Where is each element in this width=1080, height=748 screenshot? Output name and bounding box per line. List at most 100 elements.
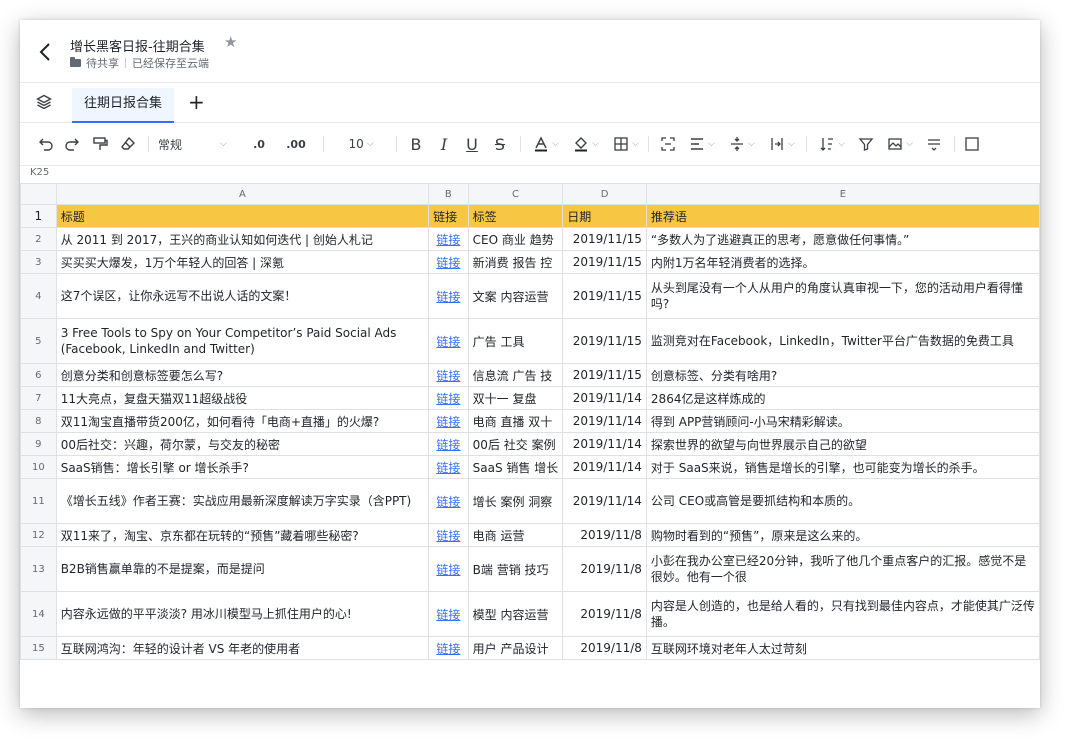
- cell-recommendation[interactable]: 对于 SaaS来说，销售是增长的引擎，也可能变为增长的杀手。: [645, 455, 1040, 479]
- cell-recommendation[interactable]: 购物时看到的“预售”，原来是这么来的。: [645, 523, 1040, 547]
- folder-label[interactable]: 待共享: [86, 55, 119, 71]
- cell-title[interactable]: 11大亮点，复盘天猫双11超级战役: [55, 386, 430, 410]
- cell-title[interactable]: 双11淘宝直播带货200亿，如何看待「电商+直播」的火爆?: [55, 409, 430, 433]
- row-number[interactable]: 5: [20, 318, 57, 364]
- undo-icon[interactable]: [34, 132, 58, 156]
- cell-date[interactable]: 2019/11/8: [562, 636, 647, 660]
- header-cell-link[interactable]: 链接: [428, 204, 469, 228]
- layers-icon[interactable]: [36, 94, 52, 110]
- row-number[interactable]: 2: [20, 227, 57, 251]
- row-number[interactable]: 4: [20, 273, 57, 319]
- cell-tags[interactable]: 文案 内容运营: [467, 273, 564, 319]
- cell-date[interactable]: 2019/11/14: [562, 478, 647, 524]
- strikethrough-button[interactable]: S: [488, 132, 512, 156]
- cell-recommendation[interactable]: 公司 CEO或高管是要抓结构和本质的。: [645, 478, 1040, 524]
- cell-tags[interactable]: 用户 产品设计: [467, 636, 564, 660]
- cell-tags[interactable]: 信息流 广告 技: [467, 363, 564, 387]
- cell-title[interactable]: 3 Free Tools to Spy on Your Competitor’s…: [55, 318, 430, 364]
- select-all-corner[interactable]: [20, 183, 57, 205]
- cell-link[interactable]: 链接: [428, 363, 469, 387]
- cell-tags[interactable]: 电商 直播 双十: [467, 409, 564, 433]
- cell-recommendation[interactable]: 内容是人创造的，也是给人看的，只有找到最佳内容点，才能使其广泛传播。: [645, 591, 1040, 637]
- font-color-button[interactable]: ⌵: [528, 132, 564, 156]
- cell-date[interactable]: 2019/11/15: [562, 363, 647, 387]
- cell-date[interactable]: 2019/11/14: [562, 432, 647, 456]
- cell-recommendation[interactable]: 小彭在我办公室已经20分钟，我听了他几个重点客户的汇报。感觉不是很妙。他有一个很: [645, 546, 1040, 592]
- cell-tags[interactable]: 电商 运营: [467, 523, 564, 547]
- font-style-select[interactable]: 常规 ⌵: [158, 132, 238, 156]
- borders-button[interactable]: ⌵: [608, 132, 644, 156]
- cell-tags[interactable]: 双十一 复盘: [467, 386, 564, 410]
- cell-date[interactable]: 2019/11/15: [562, 318, 647, 364]
- cell-date[interactable]: 2019/11/14: [562, 386, 647, 410]
- cell-date[interactable]: 2019/11/14: [562, 409, 647, 433]
- cell-tags[interactable]: B端 营销 技巧: [467, 546, 564, 592]
- cell-reference[interactable]: K25: [30, 167, 49, 178]
- document-title[interactable]: 增长黑客日报-往期合集: [70, 36, 205, 55]
- column-header[interactable]: E: [645, 183, 1040, 205]
- cell-date[interactable]: 2019/11/15: [562, 273, 647, 319]
- row-number[interactable]: 12: [20, 523, 57, 547]
- row-number[interactable]: 3: [20, 250, 57, 274]
- cell-link[interactable]: 链接: [428, 250, 469, 274]
- column-header[interactable]: B: [428, 183, 469, 205]
- cell-tags[interactable]: 广告 工具: [467, 318, 564, 364]
- cell-tags[interactable]: CEO 商业 趋势: [467, 227, 564, 251]
- freeze-icon[interactable]: [922, 132, 946, 156]
- cell-link[interactable]: 链接: [428, 478, 469, 524]
- row-number[interactable]: 10: [20, 455, 57, 479]
- cell-title[interactable]: 内容永远做的平平淡淡? 用冰川模型马上抓住用户的心!: [55, 591, 430, 637]
- horizontal-align-button[interactable]: ⌵: [684, 132, 720, 156]
- cell-title[interactable]: 从 2011 到 2017，王兴的商业认知如何迭代 | 创始人札记: [55, 227, 430, 251]
- cell-tags[interactable]: 00后 社交 案例: [467, 432, 564, 456]
- text-wrap-button[interactable]: ⌵: [764, 132, 800, 156]
- cell-link[interactable]: 链接: [428, 318, 469, 364]
- row-number[interactable]: 9: [20, 432, 57, 456]
- cell-title[interactable]: B2B销售赢单靠的不是提案，而是提问: [55, 546, 430, 592]
- vertical-align-button[interactable]: ⌵: [724, 132, 760, 156]
- cell-link[interactable]: 链接: [428, 227, 469, 251]
- header-cell-title[interactable]: 标题: [55, 204, 430, 228]
- header-cell-date[interactable]: 日期: [562, 204, 647, 228]
- cell-title[interactable]: 这7个误区，让你永远写不出说人话的文案！: [55, 273, 430, 319]
- cell-title[interactable]: 《增长五线》作者王赛：实战应用最新深度解读万字实录（含PPT): [55, 478, 430, 524]
- format-painter-icon[interactable]: [88, 132, 112, 156]
- more-tools-icon[interactable]: [960, 132, 984, 156]
- star-icon[interactable]: ★: [224, 33, 237, 51]
- cell-link[interactable]: 链接: [428, 409, 469, 433]
- cell-title[interactable]: 创意分类和创意标签要怎么写?: [55, 363, 430, 387]
- row-number[interactable]: 6: [20, 363, 57, 387]
- cell-tags[interactable]: SaaS 销售 增长: [467, 455, 564, 479]
- cell-recommendation[interactable]: 2864亿是这样炼成的: [645, 386, 1040, 410]
- row-number[interactable]: 11: [20, 478, 57, 524]
- cell-link[interactable]: 链接: [428, 432, 469, 456]
- tab-past-daily-reports[interactable]: 往期日报合集: [72, 88, 175, 123]
- back-arrow-icon[interactable]: [36, 40, 56, 64]
- row-number[interactable]: 13: [20, 546, 57, 592]
- add-sheet-button[interactable]: +: [188, 88, 205, 116]
- cell-tags[interactable]: 模型 内容运营: [467, 591, 564, 637]
- cell-recommendation[interactable]: 互联网环境对老年人太过苛刻: [645, 636, 1040, 660]
- cell-link[interactable]: 链接: [428, 546, 469, 592]
- column-header[interactable]: D: [562, 183, 647, 205]
- font-size-select[interactable]: 10 ⌵: [332, 132, 390, 156]
- cell-tags[interactable]: 新消费 报告 控: [467, 250, 564, 274]
- cell-link[interactable]: 链接: [428, 591, 469, 637]
- cell-title[interactable]: SaaS销售：增长引擎 or 增长杀手?: [55, 455, 430, 479]
- cell-recommendation[interactable]: 内附1万名年轻消费者的选择。: [645, 250, 1040, 274]
- fill-color-button[interactable]: ⌵: [568, 132, 604, 156]
- decrease-decimal-button[interactable]: .0: [242, 132, 276, 156]
- conditional-format-button[interactable]: ⌵: [882, 132, 918, 156]
- cell-date[interactable]: 2019/11/15: [562, 250, 647, 274]
- cell-recommendation[interactable]: 探索世界的欲望与向世界展示自己的欲望: [645, 432, 1040, 456]
- header-cell-tags[interactable]: 标签: [467, 204, 564, 228]
- cell-title[interactable]: 买买买大爆发，1万个年轻人的回答 | 深氪: [55, 250, 430, 274]
- cell-link[interactable]: 链接: [428, 273, 469, 319]
- row-number[interactable]: 7: [20, 386, 57, 410]
- row-number[interactable]: 8: [20, 409, 57, 433]
- cell-recommendation[interactable]: 监测竞对在Facebook，LinkedIn，Twitter平台广告数据的免费工…: [645, 318, 1040, 364]
- cell-title[interactable]: 互联网鸿沟：年轻的设计者 VS 年老的使用者: [55, 636, 430, 660]
- cell-date[interactable]: 2019/11/14: [562, 455, 647, 479]
- cell-link[interactable]: 链接: [428, 523, 469, 547]
- sort-button[interactable]: ⌵: [814, 132, 850, 156]
